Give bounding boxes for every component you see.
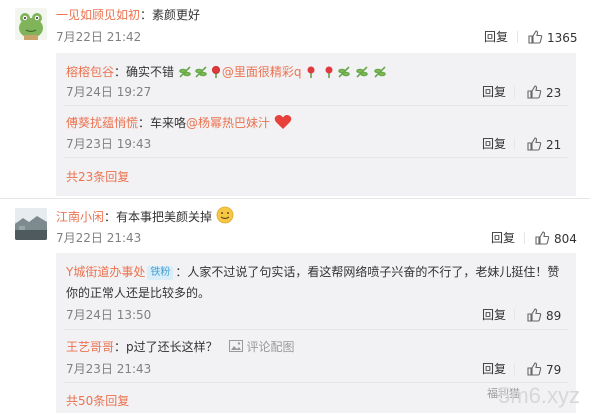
- reply-text: 车来咯: [150, 116, 187, 130]
- like-count: 23: [546, 86, 562, 100]
- reply-text: 确实不错: [126, 65, 175, 79]
- like-count: 804: [554, 232, 577, 246]
- comment-picture-link[interactable]: 评论配图: [221, 340, 295, 354]
- reply-username[interactable]: Y城街道办事处: [66, 265, 145, 279]
- watermark: 5m6.xyz: [498, 383, 580, 408]
- heart-emoji-icon: [274, 114, 292, 135]
- divider: [64, 157, 568, 158]
- thumbs-up-icon: [527, 85, 542, 99]
- mention-link[interactable]: @杨幂热巴妹汁: [186, 116, 270, 130]
- thumbs-up-icon: [535, 231, 550, 245]
- reply-button[interactable]: 回复: [491, 230, 515, 246]
- comment-text: 有本事把美颜关掉: [116, 210, 213, 224]
- reply-button[interactable]: 回复: [482, 136, 506, 152]
- reply-username[interactable]: 王艺哥哥: [66, 340, 114, 354]
- avatar[interactable]: [15, 208, 47, 240]
- mention-link[interactable]: @里面很精彩q: [222, 65, 302, 79]
- reply-text-continued: 你的正常人还是比较多的。: [66, 286, 211, 300]
- divider: [517, 31, 518, 43]
- reply-time: 7月23日 19:43: [66, 137, 152, 151]
- divider: [0, 198, 590, 199]
- colon: ：: [175, 265, 188, 279]
- like-count: 89: [546, 309, 562, 323]
- frog-avatar-icon: [15, 8, 47, 40]
- thumbs-up-icon: [528, 30, 543, 44]
- comment-text: 素颜更好: [152, 8, 201, 22]
- like-button[interactable]: 1365: [527, 29, 578, 46]
- colon: ：: [104, 210, 117, 224]
- divider: [524, 232, 525, 244]
- reply-button[interactable]: 回复: [482, 307, 506, 323]
- reply-time: 7月24日 13:50: [66, 308, 152, 322]
- like-button[interactable]: 79: [526, 361, 561, 378]
- smile-emoji-icon: [216, 206, 234, 229]
- thumbs-up-icon: [527, 308, 542, 322]
- colon: ：: [138, 116, 151, 130]
- divider: [64, 105, 568, 106]
- reply-username[interactable]: 傅葵扰蕴悄慌: [66, 116, 138, 130]
- comment-username[interactable]: 一见如顾见如初: [56, 8, 140, 22]
- image-icon: [229, 340, 244, 352]
- reply-time: 7月23日 21:43: [66, 362, 152, 376]
- comment-item: 江南小闲：有本事把美颜关掉 7月22日 21:43 回复 804 Y城街道办事处…: [0, 200, 590, 413]
- comment-item: 一见如顾见如初：素颜更好 7月22日 21:42 回复 1365 榕榕包谷：确实…: [0, 0, 590, 196]
- like-button[interactable]: 89: [526, 307, 561, 324]
- reply-button[interactable]: 回复: [482, 361, 506, 377]
- reply-button[interactable]: 回复: [482, 84, 506, 100]
- avatar[interactable]: [15, 8, 47, 40]
- divider: [64, 329, 568, 330]
- more-replies-link[interactable]: 共23条回复: [66, 169, 129, 185]
- reply-time: 7月24日 19:27: [66, 85, 152, 99]
- divider: [514, 86, 515, 98]
- plant-emoji-icon: [178, 65, 222, 84]
- reply-username[interactable]: 榕榕包谷: [66, 65, 114, 79]
- divider: [514, 309, 515, 321]
- like-button[interactable]: 804: [534, 230, 577, 247]
- colon: ：: [140, 8, 153, 22]
- fan-badge: 铁粉: [147, 266, 174, 280]
- thumbs-up-icon: [527, 137, 542, 151]
- reply-text: 人家不过说了句实话，看这帮网络喷子兴奋的不行了，老妹儿挺住！赞: [187, 265, 560, 279]
- like-button[interactable]: 21: [526, 136, 561, 153]
- landscape-avatar-icon: [15, 208, 47, 240]
- reply-list: 榕榕包谷：确实不错 @里面很精彩q 7月24日 19:27 回复 23 傅葵扰蕴…: [56, 53, 576, 196]
- divider: [64, 382, 568, 383]
- divider: [514, 138, 515, 150]
- like-count: 1365: [547, 31, 578, 45]
- comment-username[interactable]: 江南小闲: [56, 210, 104, 224]
- like-button[interactable]: 23: [526, 84, 561, 101]
- rose-emoji-icon: [305, 65, 389, 84]
- colon: ：: [114, 65, 127, 79]
- reply-button[interactable]: 回复: [484, 29, 508, 45]
- comment-picture-label: 评论配图: [246, 340, 295, 354]
- divider: [514, 363, 515, 375]
- thumbs-up-icon: [527, 362, 542, 376]
- comment-time: 7月22日 21:42: [56, 30, 142, 44]
- more-replies-link[interactable]: 共50条回复: [66, 393, 129, 409]
- comment-time: 7月22日 21:43: [56, 231, 142, 245]
- colon: ：: [114, 340, 127, 354]
- like-count: 79: [546, 363, 562, 377]
- like-count: 21: [546, 138, 562, 152]
- reply-text: p过了还长这样？: [126, 340, 218, 354]
